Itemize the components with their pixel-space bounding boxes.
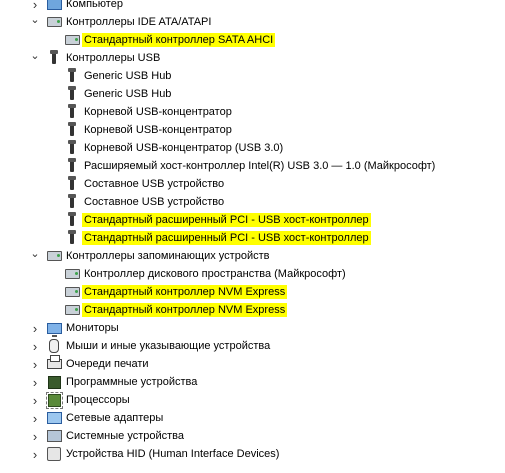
tree-category[interactable]: › Системные устройства	[0, 427, 505, 445]
tree-device[interactable]: Стандартный контроллер NVM Express	[0, 301, 505, 319]
tree-item-label: Контроллеры запоминающих устройств	[66, 250, 270, 262]
storage-controller-icon	[64, 284, 80, 300]
tree-item-label: Стандартный контроллер SATA AHCI	[82, 33, 276, 47]
ide-controller-icon	[64, 32, 80, 48]
chevron-right-icon[interactable]: ›	[30, 337, 40, 355]
tree-device[interactable]: Корневой USB-концентратор	[0, 103, 505, 121]
tree-device[interactable]: Стандартный расширенный PCI - USB хост-к…	[0, 229, 505, 247]
tree-category[interactable]: ⌄ Контроллеры запоминающих устройств	[0, 247, 505, 265]
chevron-right-icon[interactable]: ›	[30, 373, 40, 391]
software-device-icon	[46, 374, 62, 390]
chevron-right-icon[interactable]: ›	[30, 427, 40, 445]
tree-item-label: Контроллеры USB	[66, 52, 161, 64]
monitor-icon	[46, 320, 62, 337]
chevron-right-icon[interactable]: ›	[30, 319, 40, 337]
chevron-right-icon[interactable]: ›	[30, 391, 40, 409]
system-device-icon	[46, 428, 62, 444]
printer-icon	[46, 355, 62, 372]
tree-item-label: Стандартный расширенный PCI - USB хост-к…	[82, 213, 371, 227]
tree-item-label: Generic USB Hub	[84, 70, 172, 82]
tree-item-label: Мыши и иные указывающие устройства	[66, 340, 271, 352]
tree-device[interactable]: Составное USB устройство	[0, 175, 505, 193]
ide-controller-icon	[46, 14, 62, 30]
tree-category[interactable]: › Мониторы	[0, 319, 505, 337]
tree-item-label: Стандартный расширенный PCI - USB хост-к…	[82, 231, 371, 245]
tree-category[interactable]: › Очереди печати	[0, 355, 505, 373]
storage-controller-icon	[64, 266, 80, 282]
tree-category[interactable]: ⌄ Контроллеры IDE ATA/ATAPI	[0, 13, 505, 31]
tree-item-label: Расширяемый хост-контроллер Intel(R) USB…	[84, 160, 436, 172]
tree-item-label: Составное USB устройство	[84, 196, 225, 208]
tree-device[interactable]: Корневой USB-концентратор (USB 3.0)	[0, 139, 505, 157]
tree-item-label: Устройства HID (Human Interface Devices)	[66, 448, 280, 460]
processor-icon	[45, 391, 63, 409]
tree-device[interactable]: Generic USB Hub	[0, 85, 505, 103]
tree-device[interactable]: Составное USB устройство	[0, 193, 505, 211]
usb-icon	[64, 67, 80, 84]
tree-device[interactable]: Расширяемый хост-контроллер Intel(R) USB…	[0, 157, 505, 175]
network-adapter-icon	[46, 410, 62, 426]
tree-category[interactable]: › Программные устройства	[0, 373, 505, 391]
tree-item-label: Системные устройства	[66, 430, 185, 442]
chevron-down-icon[interactable]: ⌄	[30, 244, 40, 262]
usb-icon	[64, 121, 80, 138]
tree-item-label: Программные устройства	[66, 376, 198, 388]
tree-category[interactable]: › Процессоры	[0, 391, 505, 409]
tree-item-label: Корневой USB-концентратор	[84, 106, 232, 118]
tree-item-label: Очереди печати	[66, 358, 149, 370]
tree-device[interactable]: Стандартный контроллер NVM Express	[0, 283, 505, 301]
usb-icon	[64, 229, 80, 246]
tree-device[interactable]: Корневой USB-концентратор	[0, 121, 505, 139]
tree-item-label: Стандартный контроллер NVM Express	[82, 285, 288, 299]
tree-item-label: Мониторы	[66, 322, 119, 334]
usb-icon	[64, 139, 80, 156]
tree-item-label: Корневой USB-концентратор (USB 3.0)	[84, 142, 284, 154]
usb-icon	[64, 157, 80, 174]
tree-item-label: Корневой USB-концентратор	[84, 124, 232, 136]
usb-icon	[64, 211, 80, 228]
usb-icon	[64, 193, 80, 210]
tree-device[interactable]: Стандартный расширенный PCI - USB хост-к…	[0, 211, 505, 229]
tree-item-label: Стандартный контроллер NVM Express	[82, 303, 288, 317]
usb-icon	[64, 175, 80, 192]
mouse-icon	[46, 338, 62, 354]
tree-category[interactable]: ⌄ Контроллеры USB	[0, 49, 505, 67]
tree-item-label: Составное USB устройство	[84, 178, 225, 190]
chevron-right-icon[interactable]: ›	[30, 409, 40, 427]
hid-icon	[46, 446, 62, 462]
tree-device[interactable]: Стандартный контроллер SATA AHCI	[0, 31, 505, 49]
tree-category[interactable]: › Сетевые адаптеры	[0, 409, 505, 427]
chevron-down-icon[interactable]: ⌄	[30, 10, 40, 28]
tree-item-label: Сетевые адаптеры	[66, 412, 164, 424]
tree-item-label: Процессоры	[66, 394, 130, 406]
usb-icon	[46, 49, 62, 66]
tree-item-label: Контроллер дискового пространства (Майкр…	[84, 268, 346, 280]
tree-item-label: Контроллеры IDE ATA/ATAPI	[66, 16, 212, 28]
tree-item-label: Generic USB Hub	[84, 88, 172, 100]
tree-device[interactable]: Контроллер дискового пространства (Майкр…	[0, 265, 505, 283]
tree-category[interactable]: › Компьютер	[0, 0, 505, 13]
tree-item-label: Компьютер	[66, 0, 123, 10]
tree-category[interactable]: › Мыши и иные указывающие устройства	[0, 337, 505, 355]
chevron-down-icon[interactable]: ⌄	[30, 46, 40, 64]
tree-category[interactable]: › Устройства HID (Human Interface Devices…	[0, 445, 505, 463]
computer-icon	[46, 0, 62, 12]
storage-controller-icon	[46, 248, 62, 264]
usb-icon	[64, 85, 80, 102]
chevron-right-icon[interactable]: ›	[30, 355, 40, 373]
storage-controller-icon	[64, 302, 80, 318]
chevron-right-icon[interactable]: ›	[30, 445, 40, 463]
usb-icon	[64, 103, 80, 120]
tree-device[interactable]: Generic USB Hub	[0, 67, 505, 85]
